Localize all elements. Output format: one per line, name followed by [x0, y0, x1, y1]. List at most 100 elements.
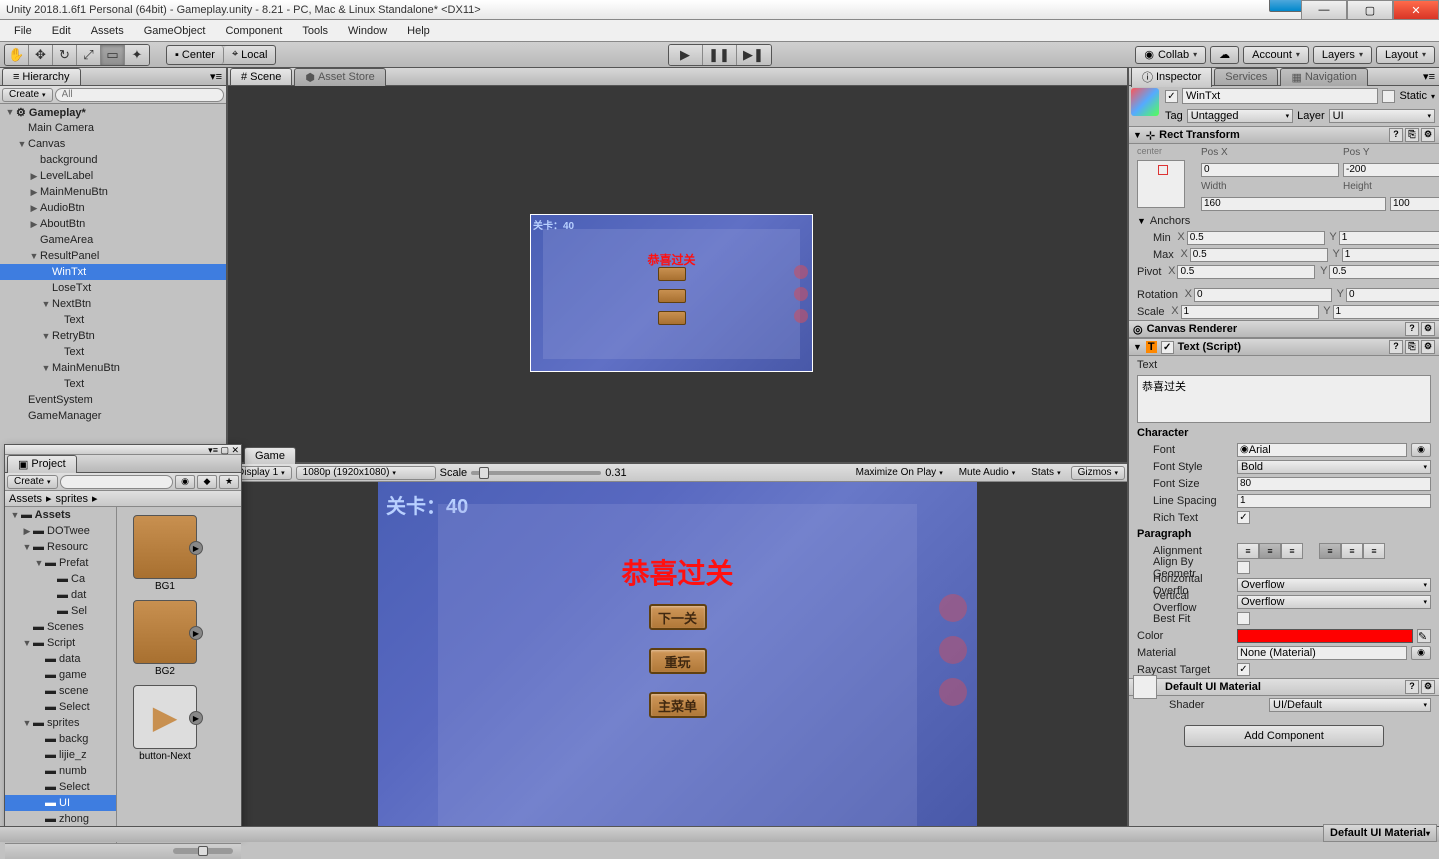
hierarchy-item[interactable]: WinTxt	[0, 264, 226, 280]
posx-input[interactable]	[1201, 163, 1339, 177]
project-tree-item[interactable]: ▬ lijie_z	[5, 747, 116, 763]
vert-overflow-dropdown[interactable]: Overflow	[1237, 595, 1431, 609]
hierarchy-scene-row[interactable]: ▼⚙ Gameplay*	[0, 104, 226, 120]
game-menu-button[interactable]: 主菜单	[649, 692, 707, 718]
stats-toggle[interactable]: Stats	[1025, 466, 1066, 480]
component-preset-icon[interactable]: ⎘	[1405, 128, 1419, 142]
rect-transform-header[interactable]: ▼⊹Rect Transform ?⎘⚙	[1129, 126, 1439, 144]
anchor-preset-button[interactable]	[1137, 160, 1185, 208]
game-gizmos-dropdown[interactable]: Gizmos	[1071, 466, 1125, 480]
eyedropper-icon[interactable]: ✎	[1417, 629, 1431, 643]
component-help-icon[interactable]: ?	[1389, 340, 1403, 354]
tab-inspector[interactable]: ⓘ Inspector	[1131, 66, 1212, 87]
panel-menu-icon[interactable]: ▾≡	[206, 70, 226, 83]
richtext-checkbox[interactable]: ✓	[1237, 511, 1250, 524]
align-top[interactable]: ≡	[1319, 543, 1341, 559]
minimize-button[interactable]: —	[1301, 0, 1347, 20]
game-retry-button[interactable]: 重玩	[649, 648, 707, 674]
height-input[interactable]	[1390, 197, 1439, 211]
scale-y[interactable]	[1333, 305, 1439, 319]
project-tree-item[interactable]: ▬ scene	[5, 683, 116, 699]
project-search-input[interactable]	[60, 475, 173, 489]
align-bottom[interactable]: ≡	[1363, 543, 1385, 559]
collab-dropdown[interactable]: ◉ Collab	[1135, 46, 1206, 64]
align-middle[interactable]: ≡	[1341, 543, 1363, 559]
hierarchy-item[interactable]: ▶AboutBtn	[0, 216, 226, 232]
scale-tool[interactable]: ⤢	[77, 45, 101, 65]
project-tree-item[interactable]: ▬ Scenes	[5, 619, 116, 635]
hierarchy-item[interactable]: ▼RetryBtn	[0, 328, 226, 344]
material-picker-icon[interactable]: ◉	[1411, 646, 1431, 660]
fontsize-input[interactable]	[1237, 477, 1431, 491]
hand-tool[interactable]: ✋	[5, 45, 29, 65]
close-button[interactable]: ✕	[1393, 0, 1439, 20]
anchor-max-x[interactable]	[1190, 248, 1328, 262]
cloud-button[interactable]: ☁	[1210, 46, 1239, 64]
project-menu-bar[interactable]: ▾≡ ▢ ✕	[208, 445, 239, 456]
hierarchy-item[interactable]: ▼MainMenuBtn	[0, 360, 226, 376]
search-type-icon[interactable]: ◆	[197, 475, 217, 489]
hierarchy-item[interactable]: background	[0, 152, 226, 168]
hierarchy-item[interactable]: Text	[0, 344, 226, 360]
game-next-button[interactable]: 下一关	[649, 604, 707, 630]
pivot-x[interactable]	[1177, 265, 1315, 279]
project-tree-item[interactable]: ▶▬ DOTwee	[5, 523, 116, 539]
project-tree-item[interactable]: ▬ Select	[5, 779, 116, 795]
move-tool[interactable]: ✥	[29, 45, 53, 65]
component-preset-icon[interactable]: ⎘	[1405, 340, 1419, 354]
game-resolution-dropdown[interactable]: 1080p (1920x1080)	[296, 466, 436, 480]
component-help-icon[interactable]: ?	[1405, 680, 1419, 694]
maximize-button[interactable]: ▢	[1347, 0, 1393, 20]
project-tree-item[interactable]: ▬ Sel	[5, 603, 116, 619]
asset-item[interactable]: ▶BG2	[125, 600, 205, 677]
menu-window[interactable]: Window	[338, 22, 397, 40]
align-left[interactable]: ≡	[1237, 543, 1259, 559]
linespacing-input[interactable]	[1237, 494, 1431, 508]
menu-gameobject[interactable]: GameObject	[134, 22, 216, 40]
breadcrumb-sprites[interactable]: sprites	[56, 493, 88, 505]
hierarchy-item[interactable]: Text	[0, 376, 226, 392]
anchor-min-y[interactable]	[1339, 231, 1439, 245]
project-tree-item[interactable]: ▬ game	[5, 667, 116, 683]
pivot-y[interactable]	[1329, 265, 1439, 279]
layers-dropdown[interactable]: Layers	[1313, 46, 1372, 64]
step-button[interactable]: ▶❚	[737, 45, 771, 65]
project-tree-item[interactable]: ▼▬ Prefat	[5, 555, 116, 571]
project-tree-item[interactable]: ▬ Ca	[5, 571, 116, 587]
pause-button[interactable]: ❚❚	[703, 45, 737, 65]
font-picker-icon[interactable]: ◉	[1411, 443, 1431, 457]
hierarchy-item[interactable]: ▶LevelLabel	[0, 168, 226, 184]
tab-project[interactable]: ▣ Project	[7, 455, 77, 473]
project-tree-item[interactable]: ▼▬ Resourc	[5, 539, 116, 555]
hierarchy-item[interactable]: GameArea	[0, 232, 226, 248]
scene-canvas[interactable]: 关卡：40 恭喜过关	[228, 86, 1127, 462]
menu-edit[interactable]: Edit	[42, 22, 81, 40]
anchor-max-y[interactable]	[1342, 248, 1439, 262]
rect-tool[interactable]: ▭	[101, 45, 125, 65]
project-tree-item[interactable]: ▬ data	[5, 651, 116, 667]
hierarchy-item[interactable]: Main Camera	[0, 120, 226, 136]
scale-x[interactable]	[1181, 305, 1319, 319]
pivot-center-toggle[interactable]: ▪ Center	[167, 46, 224, 64]
breadcrumb-assets[interactable]: Assets	[9, 493, 42, 505]
text-component-header[interactable]: ▼T✓Text (Script) ?⎘⚙	[1129, 338, 1439, 356]
project-tree-item[interactable]: ▬ backg	[5, 731, 116, 747]
tag-dropdown[interactable]: Untagged	[1187, 109, 1293, 123]
fontstyle-dropdown[interactable]: Bold	[1237, 460, 1431, 474]
horiz-overflow-dropdown[interactable]: Overflow	[1237, 578, 1431, 592]
gameobject-icon[interactable]	[1131, 88, 1159, 116]
project-tree-item[interactable]: ▼▬ Assets	[5, 507, 116, 523]
gameobject-active-checkbox[interactable]: ✓	[1165, 90, 1178, 103]
menu-help[interactable]: Help	[397, 22, 440, 40]
project-create-dropdown[interactable]: Create	[7, 475, 58, 489]
component-gear-icon[interactable]: ⚙	[1421, 340, 1435, 354]
project-tree-item[interactable]: ▼▬ sprites	[5, 715, 116, 731]
rot-x[interactable]	[1194, 288, 1332, 302]
hierarchy-search-input[interactable]	[55, 88, 224, 102]
raycast-checkbox[interactable]: ✓	[1237, 663, 1250, 676]
component-help-icon[interactable]: ?	[1405, 322, 1419, 336]
menu-tools[interactable]: Tools	[292, 22, 338, 40]
component-gear-icon[interactable]: ⚙	[1421, 322, 1435, 336]
tab-asset-store[interactable]: ⬢ Asset Store	[294, 68, 385, 86]
posy-input[interactable]	[1343, 163, 1439, 177]
